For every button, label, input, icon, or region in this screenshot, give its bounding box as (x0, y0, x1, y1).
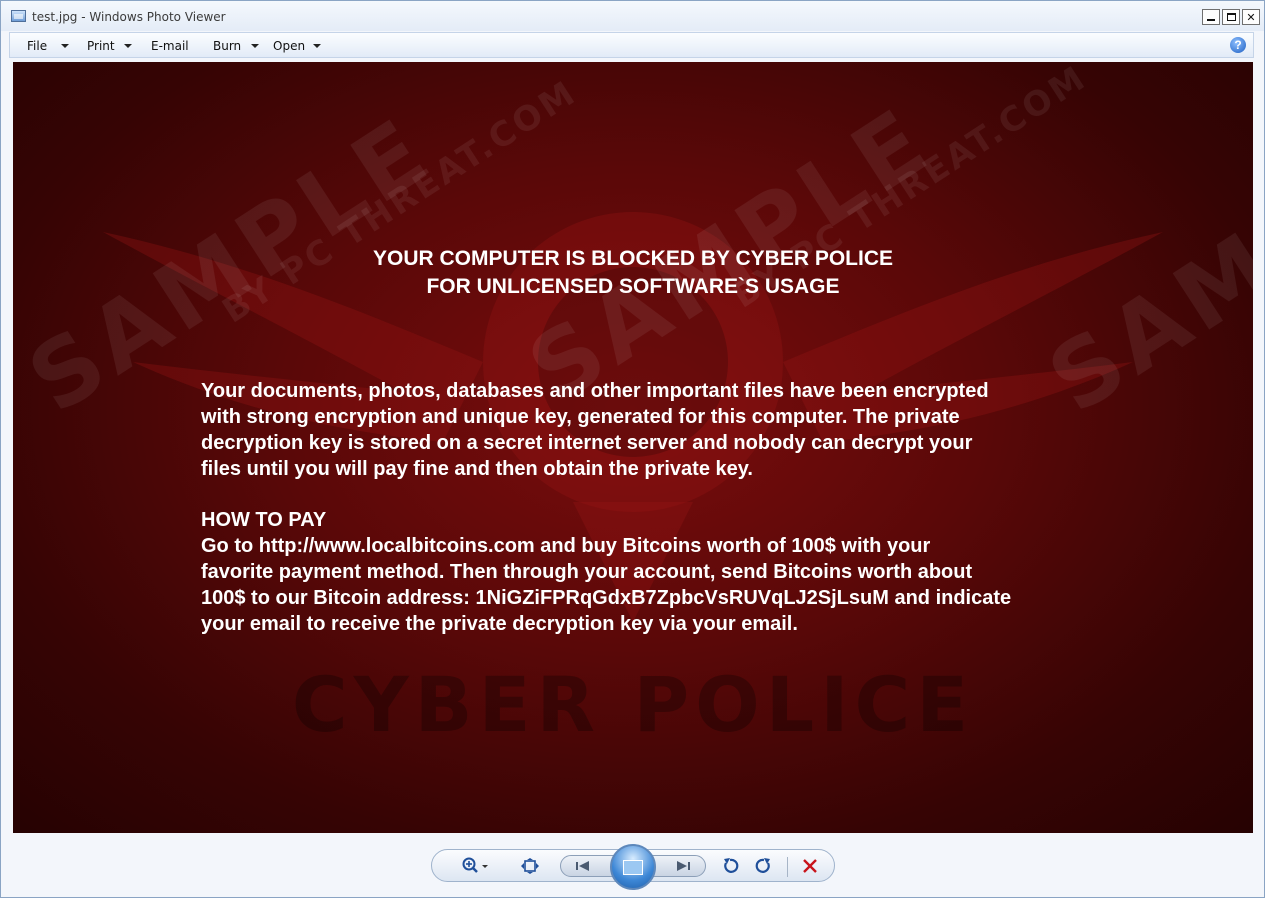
how-to-pay-heading: HOW TO PAY (201, 509, 327, 531)
menu-open[interactable]: Open (273, 39, 305, 53)
photo-viewer-app-icon (11, 10, 26, 22)
maximize-button[interactable] (1222, 9, 1240, 25)
headline-line-2: FOR UNLICENSED SOFTWARE`S USAGE (426, 275, 840, 298)
menu-bar: File Print E-mail Burn Open ? (9, 32, 1254, 58)
menu-file[interactable]: File (27, 39, 47, 53)
rotate-clockwise-icon[interactable] (754, 857, 774, 875)
instruction-line: 100$ to our Bitcoin address: 1NiGZiFPRqG… (201, 587, 1012, 609)
menu-print[interactable]: Print (87, 39, 115, 53)
headline-line-1: YOUR COMPUTER IS BLOCKED BY CYBER POLICE (373, 247, 893, 270)
help-icon[interactable]: ? (1230, 37, 1246, 53)
window-title: test.jpg - Windows Photo Viewer (32, 10, 226, 24)
chevron-down-icon[interactable] (61, 44, 69, 48)
next-icon[interactable] (673, 857, 693, 875)
viewer-toolbar (431, 844, 835, 890)
photo-viewer-window: test.jpg - Windows Photo Viewer ✕ File P… (0, 0, 1265, 898)
previous-icon[interactable] (573, 857, 593, 875)
title-bar: test.jpg - Windows Photo Viewer ✕ (1, 1, 1264, 31)
payment-instructions: Go to http://www.localbitcoins.com and b… (201, 533, 1101, 637)
notice-line: with strong encryption and unique key, g… (201, 406, 960, 428)
minimize-button[interactable] (1202, 9, 1220, 25)
background-cyber-police-text: CYBER POLICE (291, 660, 975, 749)
instruction-line: favorite payment method. Then through yo… (201, 561, 973, 583)
rotate-counterclockwise-icon[interactable] (720, 857, 740, 875)
notice-line: Your documents, photos, databases and ot… (201, 380, 989, 402)
toolbar-separator (787, 857, 788, 877)
instruction-line: Go to http://www.localbitcoins.com and b… (201, 535, 931, 557)
notice-line: files until you will pay fine and then o… (201, 458, 753, 480)
menu-burn[interactable]: Burn (213, 39, 241, 53)
notice-line: decryption key is stored on a secret int… (201, 432, 973, 454)
chevron-down-icon[interactable] (124, 44, 132, 48)
slideshow-icon[interactable] (610, 844, 656, 890)
chevron-down-icon[interactable] (313, 44, 321, 48)
delete-icon[interactable] (800, 857, 820, 875)
encryption-notice: Your documents, photos, databases and ot… (201, 378, 1101, 482)
displayed-image: SAMPLE BY PC THREAT.COM SAMPLE BY PC THR… (13, 62, 1253, 833)
window-controls: ✕ (1202, 9, 1260, 25)
instruction-line: your email to receive the private decryp… (201, 613, 798, 635)
close-button[interactable]: ✕ (1242, 9, 1260, 25)
chevron-down-icon[interactable] (251, 44, 259, 48)
actual-size-icon[interactable] (519, 857, 541, 875)
zoom-icon[interactable] (460, 857, 494, 875)
ransom-headline: YOUR COMPUTER IS BLOCKED BY CYBER POLICE… (13, 245, 1253, 301)
menu-email[interactable]: E-mail (151, 39, 189, 53)
